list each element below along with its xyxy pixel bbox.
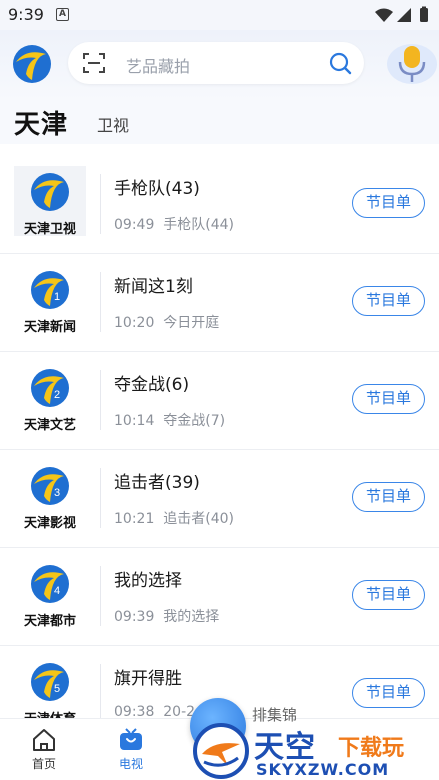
channel-name: 天津影视 [23, 516, 76, 531]
svg-text:3: 3 [54, 487, 60, 499]
mic-icon[interactable] [382, 42, 438, 86]
tv-icon [120, 728, 142, 750]
channel-logo-icon: 4 [31, 565, 69, 603]
divider [100, 566, 101, 626]
divider [100, 370, 101, 430]
channel-row[interactable]: 4 天津都市 我的选择 09:39 我的选择 节目单 [0, 548, 439, 646]
channel-row[interactable]: 天津卫视 手枪队(43) 09:49 手枪队(44) 节目单 [0, 156, 439, 254]
channel-logo-box[interactable]: 4 天津都市 [14, 558, 86, 629]
program-guide-button[interactable]: 节目单 [352, 384, 425, 414]
channel-row[interactable]: 3 天津影视 追击者(39) 10:21 追击者(40) 节目单 [0, 450, 439, 548]
channel-logo-box[interactable]: 2 天津文艺 [14, 362, 86, 433]
channel-logo-icon: 3 [31, 467, 69, 505]
current-program: 手枪队(43) [114, 179, 200, 199]
channel-logo-box[interactable]: 3 天津影视 [14, 460, 86, 531]
channel-logo-box[interactable]: 天津卫视 [14, 166, 86, 237]
channel-row[interactable]: 2 天津文艺 夺金战(6) 10:14 夺金战(7) 节目单 [0, 352, 439, 450]
app-logo[interactable] [12, 44, 52, 84]
channel-name: 天津卫视 [23, 222, 76, 237]
signal-icon [397, 8, 411, 22]
notification-icon: A [56, 8, 69, 21]
nav-tv-label: 电视 [118, 757, 143, 771]
scan-icon[interactable] [82, 52, 106, 74]
current-program: 追击者(39) [114, 473, 200, 493]
channel-logo-icon: 5 [31, 663, 69, 701]
search-bar[interactable]: 艺品藏拍 [68, 42, 364, 84]
program-guide-button[interactable]: 节目单 [352, 188, 425, 218]
watermark-logo-icon [193, 723, 249, 779]
channel-logo-box[interactable]: 5 天津体育 [14, 656, 86, 727]
channel-row[interactable]: 1 天津新闻 新闻这1刻 10:20 今日开庭 节目单 [0, 254, 439, 352]
page-title: 天津 [14, 110, 69, 140]
channel-logo-icon: 2 [31, 369, 69, 407]
divider [100, 272, 101, 332]
search-icon[interactable] [328, 51, 352, 75]
watermark-url: SKYXZW.COM [256, 760, 390, 779]
title-row: 天津 卫视 [0, 100, 439, 144]
battery-icon [420, 8, 428, 22]
watermark: 天空 下载玩 SKYXZW.COM [192, 722, 439, 780]
channel-list: 天津卫视 手枪队(43) 09:49 手枪队(44) 节目单 1 天津新闻 新闻… [0, 156, 439, 744]
svg-text:1: 1 [54, 291, 60, 303]
current-program: 旗开得胜 [114, 669, 182, 689]
next-program: 10:21 追击者(40) [114, 511, 235, 527]
wifi-icon [375, 8, 393, 22]
status-bar: 9:39 A [0, 0, 439, 30]
divider [100, 174, 101, 234]
channel-name: 天津文艺 [23, 418, 76, 433]
home-icon [33, 729, 55, 751]
channel-name: 天津新闻 [23, 320, 76, 335]
channel-logo-icon: 1 [31, 271, 69, 309]
watermark-tagline: 下载玩 [338, 736, 405, 761]
search-input[interactable]: 艺品藏拍 [126, 53, 190, 77]
program-guide-button[interactable]: 节目单 [352, 678, 425, 708]
divider [100, 468, 101, 528]
status-time: 9:39 [8, 5, 44, 24]
status-icons [375, 6, 428, 22]
current-program: 新闻这1刻 [114, 277, 193, 297]
nav-home-label: 首页 [31, 757, 56, 771]
next-program: 10:14 夺金战(7) [114, 413, 226, 429]
nav-home[interactable]: 首页 [14, 727, 74, 772]
current-program: 我的选择 [114, 571, 182, 591]
next-program: 09:49 手枪队(44) [114, 217, 235, 233]
channel-logo-box[interactable]: 1 天津新闻 [14, 264, 86, 335]
nav-tv[interactable]: 电视 [101, 727, 161, 772]
svg-text:5: 5 [54, 683, 60, 695]
svg-text:2: 2 [54, 389, 60, 401]
program-guide-button[interactable]: 节目单 [352, 482, 425, 512]
header: 艺品藏拍 [0, 30, 439, 100]
channel-name: 天津都市 [23, 614, 76, 629]
next-program: 10:20 今日开庭 [114, 315, 220, 331]
channel-logo-icon [31, 173, 69, 211]
program-guide-button[interactable]: 节目单 [352, 580, 425, 610]
divider [100, 664, 101, 724]
svg-text:4: 4 [54, 585, 60, 597]
next-program: 09:39 我的选择 [114, 609, 220, 625]
program-guide-button[interactable]: 节目单 [352, 286, 425, 316]
tab-weishi[interactable]: 卫视 [97, 112, 129, 136]
current-program: 夺金战(6) [114, 375, 190, 395]
